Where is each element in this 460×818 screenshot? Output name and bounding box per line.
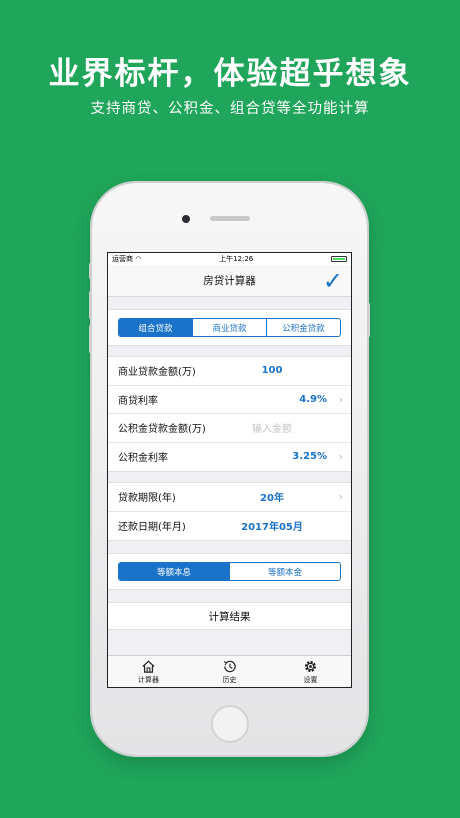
tab-equal-installment[interactable]: 等额本息 bbox=[119, 563, 229, 580]
status-carrier: 运营商 ◠ bbox=[112, 255, 142, 263]
commercial-amount-label: 商业贷款金额(万) bbox=[118, 367, 196, 379]
home-button[interactable] bbox=[211, 705, 249, 743]
fund-amount-input[interactable]: 输入金额 bbox=[217, 420, 327, 435]
loan-type-section: 组合贷款 商业贷款 公积金贷款 bbox=[108, 309, 351, 346]
tab-calculator[interactable]: 计算器 bbox=[108, 656, 189, 687]
phone-frame: 运营商 ◠ 上午12:26 房贷计算器 ✓ 组合贷款 商业贷款 公积金贷款 商业… bbox=[89, 183, 370, 755]
power-button bbox=[367, 303, 370, 337]
calculate-button[interactable]: 计算结果 bbox=[108, 602, 351, 630]
commercial-amount-input[interactable]: 100 bbox=[217, 365, 327, 376]
gear-icon bbox=[304, 660, 317, 672]
tab-history[interactable]: 历史 bbox=[189, 656, 270, 687]
loan-term-row[interactable]: 贷款期限(年) 20年 › bbox=[108, 483, 351, 512]
house-icon bbox=[142, 660, 155, 673]
repay-method-section: 等额本息 等额本金 bbox=[108, 553, 351, 590]
fund-rate-label: 公积金利率 bbox=[118, 453, 168, 465]
fund-rate-row[interactable]: 公积金利率 3.25% › bbox=[108, 443, 351, 472]
tab-calculator-label: 计算器 bbox=[138, 675, 159, 684]
tab-commercial-loan[interactable]: 商业贷款 bbox=[192, 319, 266, 336]
commercial-rate-label: 商贷利率 bbox=[118, 395, 158, 407]
tab-settings[interactable]: 设置 bbox=[270, 656, 351, 687]
checkmark-icon[interactable]: ✓ bbox=[323, 267, 343, 295]
status-time: 上午12:26 bbox=[219, 255, 254, 263]
tab-settings-label: 设置 bbox=[303, 675, 318, 684]
mute-switch bbox=[89, 263, 92, 279]
commercial-amount-row[interactable]: 商业贷款金额(万) 100 › bbox=[108, 357, 351, 386]
battery-icon bbox=[331, 256, 347, 262]
loan-term-label: 贷款期限(年) bbox=[118, 493, 176, 505]
fund-amount-row[interactable]: 公积金贷款金额(万) 输入金额 › bbox=[108, 414, 351, 443]
commercial-rate-row[interactable]: 商贷利率 4.9% › bbox=[108, 386, 351, 414]
promo-subline: 支持商贷、公积金、组合贷等全功能计算 bbox=[90, 101, 370, 117]
loan-type-segmented-control: 组合贷款 商业贷款 公积金贷款 bbox=[118, 318, 341, 337]
tab-equal-principal[interactable]: 等额本金 bbox=[229, 563, 340, 580]
tab-fund-loan[interactable]: 公积金贷款 bbox=[266, 319, 340, 336]
status-bar: 运营商 ◠ 上午12:26 bbox=[108, 253, 351, 265]
earpiece-speaker bbox=[210, 216, 250, 221]
promo-headline: 业界标杆，体验超乎想象 bbox=[48, 56, 412, 92]
history-icon bbox=[223, 660, 236, 672]
app-screen: 运营商 ◠ 上午12:26 房贷计算器 ✓ 组合贷款 商业贷款 公积金贷款 商业… bbox=[107, 252, 352, 688]
tab-bar: 计算器 历史 设置 bbox=[108, 655, 351, 687]
nav-bar: 房贷计算器 ✓ bbox=[108, 265, 351, 297]
chevron-right-icon: › bbox=[338, 450, 343, 464]
repay-date-label: 还款日期(年月) bbox=[118, 522, 186, 534]
front-camera bbox=[182, 215, 190, 223]
fund-amount-label: 公积金贷款金额(万) bbox=[118, 424, 206, 436]
volume-up-button bbox=[89, 291, 92, 319]
tab-combined-loan[interactable]: 组合贷款 bbox=[119, 319, 192, 336]
nav-title: 房贷计算器 bbox=[203, 275, 256, 287]
repay-method-segmented-control: 等额本息 等额本金 bbox=[118, 562, 341, 581]
term-fields-group: 贷款期限(年) 20年 › 还款日期(年月) 2017年05月 › bbox=[108, 482, 351, 541]
chevron-right-icon: › bbox=[338, 490, 343, 504]
fund-rate-value: 3.25% bbox=[292, 451, 327, 463]
repay-date-value: 2017年05月 bbox=[241, 522, 303, 534]
wifi-icon: ◠ bbox=[135, 255, 142, 263]
repay-date-row[interactable]: 还款日期(年月) 2017年05月 › bbox=[108, 512, 351, 541]
loan-term-value: 20年 bbox=[260, 493, 284, 505]
tab-history-label: 历史 bbox=[222, 675, 237, 684]
commercial-rate-value: 4.9% bbox=[299, 393, 327, 405]
chevron-right-icon: › bbox=[338, 392, 343, 406]
loan-fields-group: 商业贷款金额(万) 100 › 商贷利率 4.9% › 公积金贷款金额(万) 输… bbox=[108, 356, 351, 472]
volume-down-button bbox=[89, 325, 92, 353]
